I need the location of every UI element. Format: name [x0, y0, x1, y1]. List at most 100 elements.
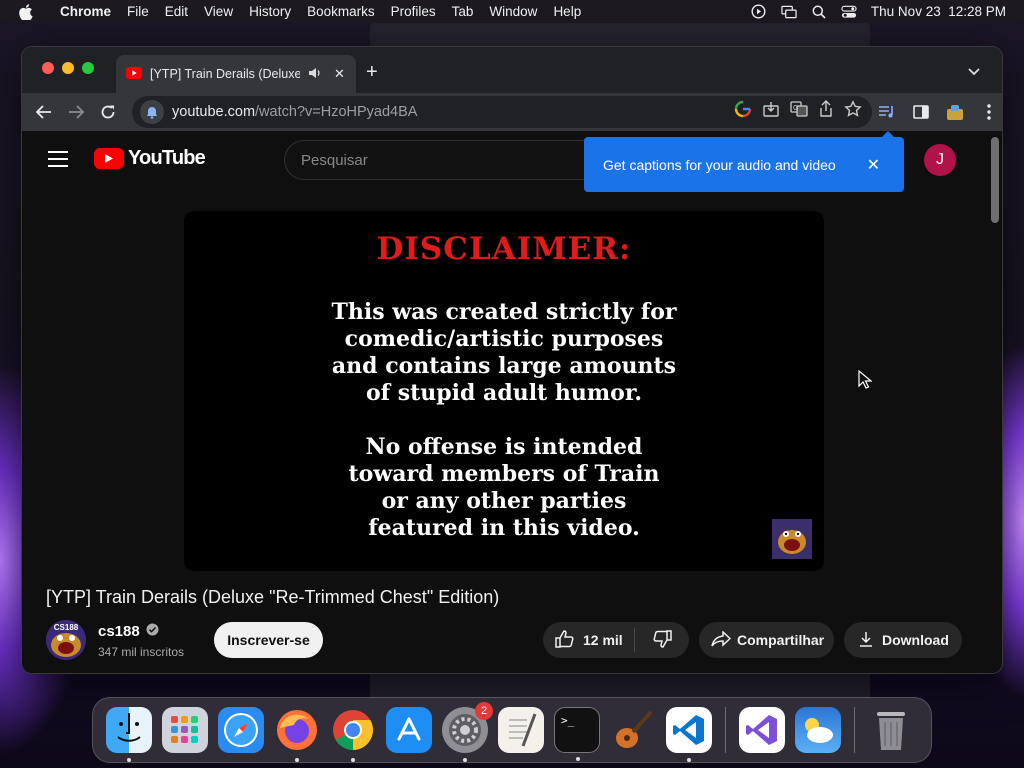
dock-app-store[interactable] — [386, 707, 432, 753]
browser-toolbar: youtube.com/watch?v=HzoHPyad4BA G — [22, 93, 1002, 131]
bookmark-star-icon[interactable] — [844, 100, 862, 122]
textedit-pen-icon — [509, 713, 537, 747]
subscribe-button[interactable]: Inscrever-se — [214, 622, 323, 658]
dock-chrome[interactable] — [330, 707, 376, 762]
screen-record-icon[interactable] — [751, 4, 767, 19]
dock-firefox[interactable] — [274, 707, 320, 762]
dock-garageband[interactable] — [610, 707, 656, 753]
video-player[interactable]: DISCLAIMER: This was created strictly fo… — [184, 211, 824, 571]
dock-trash[interactable] — [868, 707, 914, 753]
account-avatar[interactable]: J — [924, 144, 956, 176]
share-label: Compartilhar — [737, 632, 825, 648]
chrome-menu-icon[interactable] — [976, 96, 1002, 128]
url-domain: youtube.com — [172, 104, 256, 120]
side-panel-icon[interactable] — [908, 96, 934, 128]
tab-youtube-video[interactable]: [YTP] Train Derails (Deluxe ✕ — [116, 55, 356, 93]
channel-avatar-text: CS188 — [54, 623, 79, 632]
chrome-icon — [333, 710, 373, 750]
notification-badge: 2 — [475, 702, 493, 720]
tab-search-chevron-icon[interactable] — [968, 63, 980, 81]
running-indicator — [295, 758, 299, 762]
like-button[interactable]: 12 mil — [543, 628, 635, 652]
dock-safari[interactable] — [218, 707, 264, 753]
menu-bookmarks[interactable]: Bookmarks — [299, 4, 383, 19]
menubar-clock[interactable]: Thu Nov 23 12:28 PM — [871, 4, 1006, 19]
install-app-icon[interactable] — [762, 100, 780, 122]
channel-name[interactable]: cs188 — [98, 623, 140, 640]
like-count: 12 mil — [583, 632, 623, 648]
search-icon[interactable] — [811, 5, 827, 19]
disclaimer-line: featured in this video. — [368, 515, 640, 541]
media-controls-icon[interactable] — [874, 96, 900, 128]
captions-tooltip: Get captions for your audio and video ✕ — [584, 131, 904, 192]
disclaimer-paragraph-2: No offense is intended toward members of… — [184, 434, 824, 542]
audio-playing-icon[interactable] — [308, 67, 322, 82]
notification-bell-icon[interactable] — [140, 100, 164, 124]
download-button[interactable]: Download — [844, 622, 962, 658]
menu-tab[interactable]: Tab — [444, 4, 482, 19]
page-scrollbar[interactable] — [991, 137, 999, 223]
channel-avatar[interactable]: CS188 — [46, 620, 86, 660]
dock-weather[interactable] — [795, 707, 841, 753]
reload-button[interactable] — [92, 96, 124, 128]
translate-icon[interactable]: G — [790, 100, 808, 122]
search-input[interactable] — [301, 151, 623, 169]
youtube-wordmark: YouTube — [128, 147, 206, 169]
zoom-window-button[interactable] — [82, 62, 94, 74]
dock-separator — [725, 707, 726, 753]
disclaimer-line: of stupid adult humor. — [365, 380, 643, 406]
dock-system-settings[interactable]: 2 — [442, 702, 493, 762]
dock-textedit[interactable] — [498, 707, 544, 753]
close-window-button[interactable] — [42, 62, 54, 74]
tab-title: [YTP] Train Derails (Deluxe — [150, 67, 300, 81]
menu-view[interactable]: View — [196, 4, 241, 19]
menu-history[interactable]: History — [241, 4, 299, 19]
menu-help[interactable]: Help — [545, 4, 589, 19]
guitar-icon — [616, 710, 653, 748]
dock-terminal[interactable]: >_ — [554, 707, 600, 761]
subscriber-count: 347 mil inscritos — [98, 645, 185, 659]
control-center-icon[interactable] — [841, 5, 857, 19]
thumbs-up-icon — [555, 629, 575, 651]
dock-visual-studio[interactable] — [739, 707, 785, 753]
back-button[interactable] — [28, 96, 60, 128]
trash-icon — [877, 712, 905, 750]
apple-menu-icon[interactable] — [0, 3, 52, 20]
visual-studio-icon — [746, 715, 777, 745]
running-indicator — [351, 758, 355, 762]
youtube-play-logo-icon — [94, 148, 124, 169]
url-path: /watch?v=HzoHPyad4BA — [255, 104, 418, 120]
address-bar[interactable]: youtube.com/watch?v=HzoHPyad4BA G — [132, 96, 872, 128]
menu-bar: Chrome File Edit View History Bookmarks … — [0, 0, 1024, 23]
disclaimer-title: DISCLAIMER: — [376, 231, 632, 267]
menu-file[interactable]: File — [119, 4, 157, 19]
share-button[interactable]: Compartilhar — [699, 622, 834, 658]
dock-vscode[interactable] — [666, 707, 712, 762]
minimize-window-button[interactable] — [62, 62, 74, 74]
dislike-button[interactable] — [635, 629, 689, 651]
dock-launchpad[interactable] — [162, 707, 208, 753]
dock-finder[interactable] — [106, 707, 152, 762]
menu-window[interactable]: Window — [481, 4, 545, 19]
share-icon[interactable] — [818, 100, 834, 122]
forward-button[interactable] — [60, 96, 92, 128]
youtube-logo[interactable]: YouTube — [94, 147, 206, 170]
download-label: Download — [882, 632, 949, 648]
menu-profiles[interactable]: Profiles — [383, 4, 444, 19]
verified-badge-icon — [146, 623, 159, 640]
screen-mirroring-icon[interactable] — [781, 5, 797, 19]
google-lens-icon[interactable] — [734, 100, 752, 122]
menu-app-chrome[interactable]: Chrome — [52, 4, 119, 19]
new-tab-button[interactable]: + — [366, 61, 378, 84]
disclaimer-paragraph-1: This was created strictly for comedic/ar… — [184, 299, 824, 407]
close-tab-icon[interactable]: ✕ — [334, 66, 345, 82]
extensions-puzzle-icon[interactable] — [942, 96, 968, 128]
disclaimer-line: or any other parties — [381, 488, 627, 514]
channel-watermark-icon[interactable] — [772, 519, 812, 559]
menu-edit[interactable]: Edit — [157, 4, 196, 19]
guide-menu-icon[interactable] — [48, 151, 68, 172]
disclaimer-line: toward members of Train — [348, 461, 660, 487]
share-arrow-icon — [711, 629, 732, 650]
tooltip-close-icon[interactable]: ✕ — [867, 155, 880, 175]
disclaimer-line: No offense is intended — [365, 434, 643, 460]
